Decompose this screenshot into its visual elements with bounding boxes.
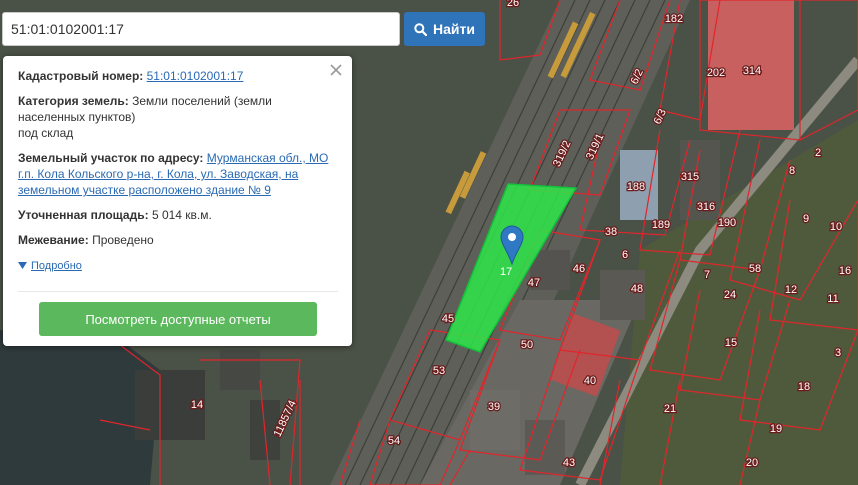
category-row: Категория земель: Земли поселений (земли… <box>18 93 338 141</box>
address-link-line1[interactable]: Мурманская обл., МО <box>207 151 329 165</box>
plot-label: 50 <box>521 339 533 351</box>
card-divider <box>18 291 338 292</box>
plot-label: 53 <box>433 365 445 377</box>
search-icon <box>414 22 428 36</box>
selected-parcel-label: 17 <box>500 266 512 278</box>
plot-label: 315 <box>681 171 699 183</box>
plot-label: 316 <box>697 201 715 213</box>
plot-label: 182 <box>665 13 683 25</box>
plot-label: 202 <box>707 67 725 79</box>
more-row: Подробно <box>18 257 338 274</box>
category-label: Категория земель: <box>18 94 129 108</box>
plot-label: 12 <box>785 284 797 296</box>
plot-label: 8 <box>789 165 795 177</box>
more-link-label: Подробно <box>31 259 82 272</box>
plot-label: 6 <box>622 249 628 261</box>
plot-label: 38 <box>605 226 617 238</box>
plot-label: 11 <box>827 293 838 305</box>
plot-label: 9 <box>803 213 809 225</box>
plot-label: 21 <box>664 403 676 415</box>
plot-label: 314 <box>743 65 761 77</box>
survey-row: Межевание: Проведено <box>18 232 338 248</box>
plot-label: 190 <box>718 217 736 229</box>
more-link[interactable]: Подробно <box>18 258 82 274</box>
area-value: 5 014 кв.м. <box>151 208 212 222</box>
plot-label: 16 <box>839 265 851 277</box>
category-value-line2: населенных пунктов) <box>18 110 136 124</box>
plot-label: 58 <box>749 263 761 275</box>
cadastral-link[interactable]: 51:01:0102001:17 <box>147 69 244 83</box>
plot-label: 18 <box>798 381 810 393</box>
survey-value: Проведено <box>92 233 154 247</box>
plot-label: 19 <box>770 423 782 435</box>
plot-label: 188 <box>627 181 645 193</box>
plot-label: 24 <box>724 289 736 301</box>
search-input[interactable] <box>2 12 400 46</box>
plot-label: 54 <box>388 435 400 447</box>
search-bar <box>2 12 400 46</box>
area-row: Уточненная площадь: 5 014 кв.м. <box>18 207 338 223</box>
plot-label: 43 <box>563 457 575 469</box>
plot-label: 48 <box>631 283 643 295</box>
plot-label: 47 <box>528 277 540 289</box>
plot-label: 2 <box>815 147 821 159</box>
plot-label: 40 <box>584 375 596 387</box>
parcel-info-card: Кадастровый номер: 51:01:0102001:17 Кате… <box>3 56 352 346</box>
address-label: Земельный участок по адресу: <box>18 151 204 165</box>
plot-label: 26 <box>507 0 519 9</box>
plot-label: 45 <box>442 313 454 325</box>
plot-label: 46 <box>573 263 585 275</box>
search-button-label: Найти <box>433 21 475 37</box>
view-reports-button[interactable]: Посмотреть доступные отчеты <box>39 302 317 336</box>
plot-label: 20 <box>746 457 758 469</box>
area-label: Уточненная площадь: <box>18 208 149 222</box>
cadastral-label: Кадастровый номер: <box>18 69 144 83</box>
caret-down-icon <box>18 262 27 269</box>
search-button[interactable]: Найти <box>404 12 485 46</box>
address-row: Земельный участок по адресу: Мурманская … <box>18 150 338 198</box>
address-link-line3[interactable]: земельном участке расположено здание № 9 <box>18 183 271 197</box>
address-link-line2[interactable]: г.п. Кола Кольского р-на, г. Кола, ул. З… <box>18 167 298 181</box>
plot-label: 10 <box>830 221 842 233</box>
category-value-line3: под склад <box>18 126 74 140</box>
cadastral-row: Кадастровый номер: 51:01:0102001:17 <box>18 68 338 84</box>
close-icon[interactable] <box>329 63 343 77</box>
plot-label: 14 <box>191 399 203 411</box>
survey-label: Межевание: <box>18 233 89 247</box>
plot-label: 3 <box>835 347 841 359</box>
category-value-line1: Земли поселений (земли <box>132 94 272 108</box>
plot-label: 15 <box>725 337 737 349</box>
plot-label: 39 <box>488 401 500 413</box>
plot-label: 7 <box>704 269 710 281</box>
plot-label: 189 <box>652 219 670 231</box>
